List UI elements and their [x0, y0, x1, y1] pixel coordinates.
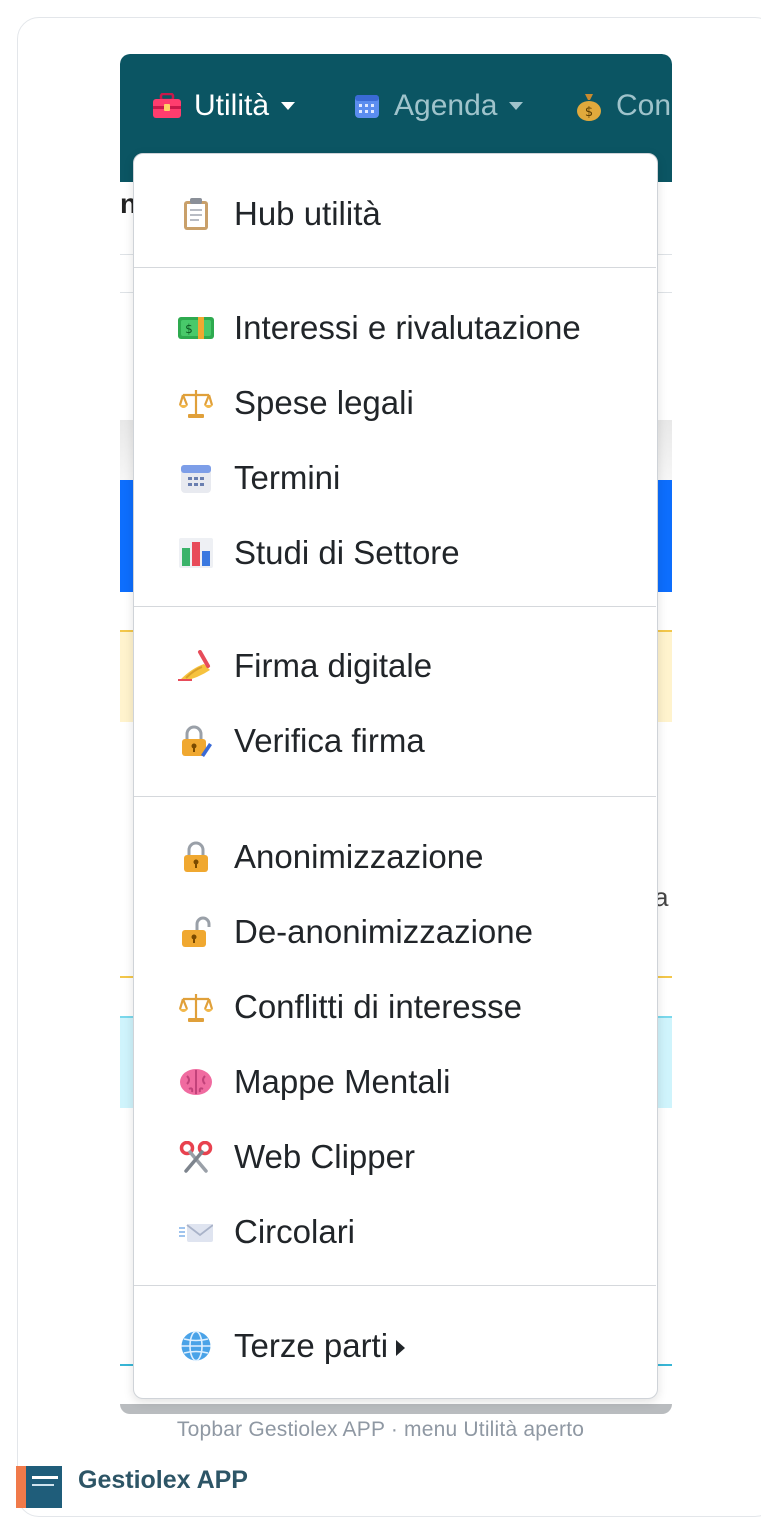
menu-item-firma-digitale[interactable]: Firma digitale [134, 639, 656, 693]
nav-con-label: Con [616, 89, 672, 122]
lock-pen-icon [178, 723, 214, 759]
menu-item-hub-utilita[interactable]: Hub utilità [134, 187, 656, 241]
menu-item-label: Mappe Mentali [234, 1063, 451, 1100]
unlock-icon [178, 914, 214, 950]
chevron-down-icon [509, 102, 524, 110]
menu-divider [134, 1285, 656, 1286]
menu-item-label: Conflitti di interesse [234, 988, 522, 1025]
utilita-dropdown-menu: Hub utilità $ Interessi e rivalutazione [133, 153, 658, 1399]
menu-item-web-clipper[interactable]: Web Clipper [134, 1130, 656, 1184]
menu-item-studi-di-settore[interactable]: Studi di Settore [134, 526, 656, 580]
menu-divider [134, 606, 656, 607]
menu-item-terze-parti[interactable]: Terze parti [134, 1319, 656, 1373]
scissors-icon [178, 1139, 214, 1175]
writing-hand-icon [178, 648, 214, 684]
menu-item-de-anonimizzazione[interactable]: De-anonimizzazione [134, 905, 656, 959]
menu-item-label: Verifica firma [234, 722, 425, 759]
envelope-icon [178, 1214, 214, 1250]
nav-con-dropdown[interactable]: $ Con [574, 84, 671, 128]
screenshot-caption: Topbar Gestiolex APP · menu Utilità aper… [176, 1418, 585, 1441]
menu-item-conflitti-di-interesse[interactable]: Conflitti di interesse [134, 980, 656, 1034]
menu-item-termini[interactable]: Termini [134, 451, 656, 505]
menu-item-spese-legali[interactable]: Spese legali [134, 376, 656, 430]
menu-item-terze-parti-label: Terze parti [234, 1327, 406, 1365]
chevron-down-icon [281, 102, 296, 110]
menu-item-verifica-firma[interactable]: Verifica firma [134, 714, 656, 768]
nav-utilita-dropdown[interactable]: Utilità [152, 84, 296, 128]
calendar-icon [352, 91, 382, 121]
menu-item-mappe-mentali[interactable]: Mappe Mentali [134, 1055, 656, 1109]
menu-item-circolari[interactable]: Circolari [134, 1205, 656, 1259]
svg-text:$: $ [585, 105, 593, 120]
menu-item-label: Web Clipper [234, 1138, 415, 1175]
menu-item-label: Anonimizzazione [234, 838, 484, 875]
nav-agenda-label: Agenda [394, 89, 498, 122]
globe-icon [178, 1328, 214, 1364]
menu-item-label: Hub utilità [234, 195, 381, 232]
svg-text:$: $ [185, 322, 193, 336]
menu-divider [134, 267, 656, 268]
page-bottom-bar [120, 1404, 672, 1414]
footer-app-title: Gestiolex APP [78, 1466, 248, 1494]
menu-item-label: Circolari [234, 1213, 356, 1250]
menu-item-label: Firma digitale [234, 647, 433, 684]
clipboard-icon [178, 196, 214, 232]
menu-item-label: Studi di Settore [234, 534, 460, 571]
menu-item-anonimizzazione[interactable]: Anonimizzazione [134, 830, 656, 884]
bar-chart-icon [178, 535, 214, 571]
gestiolex-logo-icon [16, 1466, 62, 1508]
nav-utilita-label: Utilità [194, 89, 270, 122]
calendar-icon [178, 460, 214, 496]
menu-item-label: Terze parti [234, 1327, 389, 1364]
scales-icon [178, 989, 214, 1025]
menu-item-label: Interessi e rivalutazione [234, 309, 581, 346]
scales-icon [178, 385, 214, 421]
money-icon: $ [178, 310, 214, 346]
toolbox-icon [152, 91, 182, 121]
menu-item-label: Termini [234, 459, 341, 496]
brain-icon [178, 1064, 214, 1100]
money-bag-icon: $ [574, 91, 604, 121]
menu-divider [134, 796, 656, 797]
nav-agenda-dropdown[interactable]: Agenda [352, 84, 524, 128]
lock-icon [178, 839, 214, 875]
caret-right-icon [396, 1340, 406, 1357]
menu-item-label: Spese legali [234, 384, 414, 421]
menu-item-interessi-rivalutazione[interactable]: $ Interessi e rivalutazione [134, 301, 656, 355]
menu-item-label: De-anonimizzazione [234, 913, 533, 950]
